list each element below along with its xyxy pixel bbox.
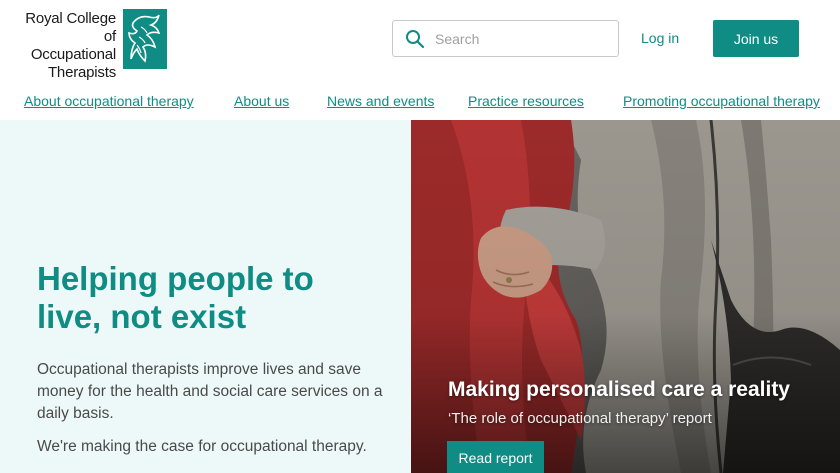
feature-title[interactable]: Making personalised care a reality: [448, 378, 790, 402]
site-header: Royal College of Occupational Therapists…: [0, 0, 840, 82]
feature-subtitle: ‘The role of occupational therapy’ repor…: [448, 410, 712, 427]
hero-title-line-2: live, not exist: [37, 298, 247, 335]
rcot-logo-icon[interactable]: [123, 9, 167, 69]
logo-line-2: Occupational: [30, 46, 116, 63]
nav-item-news-and-events[interactable]: News and events: [327, 93, 434, 109]
search-icon[interactable]: [405, 29, 425, 49]
read-report-button[interactable]: Read report: [447, 441, 544, 473]
main-nav: About occupational therapy About us News…: [0, 80, 840, 120]
search-box[interactable]: [392, 20, 619, 57]
hero-title: Helping people to live, not exist: [37, 260, 397, 336]
logo-line-1: Royal College of: [25, 10, 116, 45]
nav-item-about-occupational-therapy[interactable]: About occupational therapy: [24, 93, 194, 109]
hero-description: Occupational therapists improve lives an…: [37, 361, 383, 422]
login-link[interactable]: Log in: [641, 30, 679, 46]
hero-case-text: We're making the case for occupational t…: [37, 438, 367, 455]
search-input[interactable]: [435, 30, 605, 47]
logo-wordmark[interactable]: Royal College of Occupational Therapists: [10, 10, 116, 82]
nav-item-promoting-occupational-therapy[interactable]: Promoting occupational therapy: [623, 93, 820, 109]
nav-item-practice-resources[interactable]: Practice resources: [468, 93, 584, 109]
hero-text-panel: Helping people to live, not exist Occupa…: [0, 120, 411, 473]
nav-item-about-us[interactable]: About us: [234, 93, 289, 109]
join-button[interactable]: Join us: [713, 20, 799, 57]
hero-title-line-1: Helping people to: [37, 260, 314, 297]
feature-banner[interactable]: Making personalised care a reality ‘The …: [411, 120, 840, 473]
